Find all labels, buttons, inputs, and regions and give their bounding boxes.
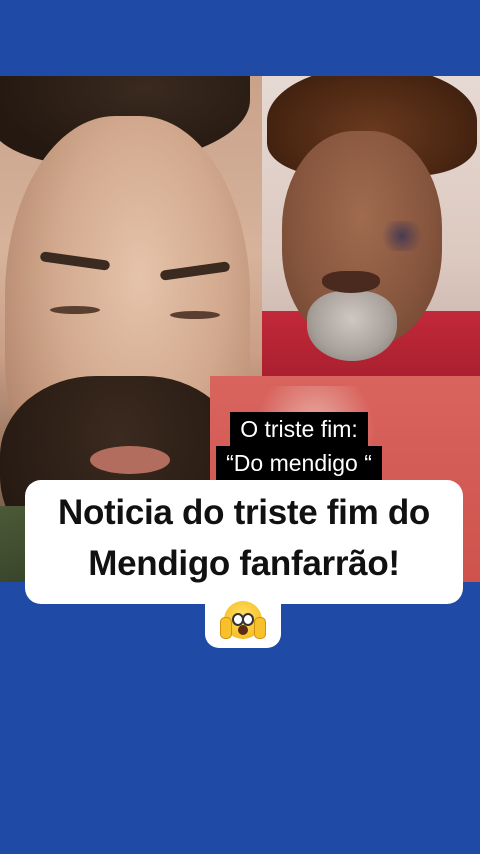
left-eye: [50, 306, 100, 314]
overlay-caption-line1: O triste fim:: [230, 412, 368, 446]
emoji-tab: [205, 592, 281, 648]
overlay-caption-line2: “Do mendigo “: [216, 446, 382, 480]
right-eye: [170, 311, 220, 319]
emoji-mouth: [238, 625, 248, 635]
headline-card: Noticia do triste fim do Mendigo fanfarr…: [25, 480, 463, 604]
emoji-eye-right: [242, 613, 254, 626]
emoji-hand-right: [254, 617, 266, 639]
eye-bruise: [382, 221, 422, 251]
left-lips: [90, 446, 170, 474]
headline-line1: Noticia do triste fim do: [58, 493, 430, 532]
emoji-hand-left: [220, 617, 232, 639]
overlay-caption: O triste fim: “Do mendigo “: [204, 412, 394, 480]
right-beard: [307, 291, 397, 361]
headline-line2: Mendigo fanfarrão!: [88, 544, 400, 583]
right-person-photo: [262, 76, 480, 376]
screaming-face-icon: [220, 601, 266, 639]
right-mouth: [322, 271, 380, 293]
